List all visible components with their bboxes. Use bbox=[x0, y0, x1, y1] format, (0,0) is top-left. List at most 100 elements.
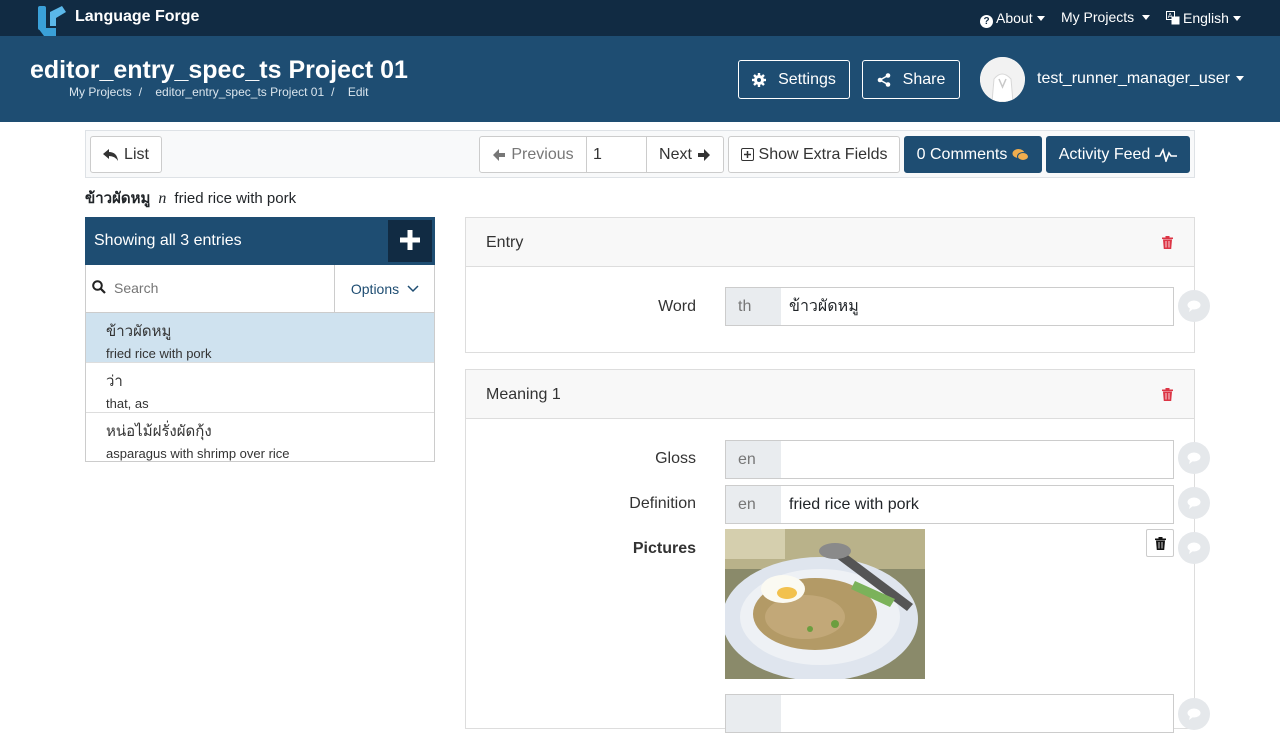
breadcrumb-my-projects[interactable]: My Projects bbox=[69, 85, 132, 99]
entry-panel: Entry Word th bbox=[465, 217, 1195, 353]
trash-icon bbox=[1154, 536, 1166, 550]
language-menu[interactable]: A English bbox=[1166, 10, 1241, 26]
word-label: Word bbox=[658, 298, 696, 315]
language-forge-logo[interactable] bbox=[36, 4, 70, 38]
my-projects-menu[interactable]: My Projects bbox=[1061, 9, 1151, 25]
meaning-panel-header: Meaning 1 bbox=[466, 370, 1194, 419]
list-item-gloss: asparagus with shrimp over rice bbox=[106, 446, 290, 461]
caret-icon bbox=[1142, 15, 1151, 20]
entry-list: ข้าวผัดหมู fried rice with pork ว่า that… bbox=[85, 312, 435, 462]
gloss-label: Gloss bbox=[655, 450, 696, 467]
summary-gloss: fried rice with pork bbox=[174, 190, 297, 207]
about-label: About bbox=[996, 10, 1033, 26]
translate-icon: A bbox=[1166, 11, 1180, 25]
definition-comment-button[interactable] bbox=[1178, 487, 1210, 519]
list-item-word: หน่อไม้ฝรั่งผัดกุ้ง bbox=[106, 423, 212, 440]
fried-rice-picture[interactable] bbox=[725, 529, 925, 679]
comments-button[interactable]: 0 Comments bbox=[904, 136, 1042, 173]
options-label: Options bbox=[350, 280, 400, 297]
user-avatar-icon bbox=[980, 57, 1025, 102]
comment-icon bbox=[1187, 300, 1201, 312]
word-language-tag: th bbox=[725, 287, 782, 326]
comment-icon bbox=[1187, 542, 1201, 554]
language-label: English bbox=[1183, 10, 1229, 26]
settings-button[interactable]: Settings bbox=[738, 60, 850, 99]
caption-field[interactable] bbox=[781, 694, 1174, 733]
definition-label: Definition bbox=[629, 495, 696, 512]
user-menu[interactable]: test_runner_manager_user bbox=[1037, 70, 1245, 88]
plus-icon bbox=[400, 230, 420, 250]
breadcrumb-edit: Edit bbox=[347, 85, 369, 99]
list-item[interactable]: ว่า that, as bbox=[86, 363, 434, 413]
project-header: editor_entry_spec_ts Project 01 My Proje… bbox=[0, 36, 1280, 122]
comment-icon bbox=[1187, 708, 1201, 720]
summary-lexeme: ข้าวผัดหมู bbox=[85, 190, 151, 207]
comments-label: 0 Comments bbox=[916, 145, 1008, 163]
question-circle-icon: ? bbox=[980, 15, 993, 28]
meaning-panel: Meaning 1 Gloss en Definition en Picture… bbox=[465, 369, 1195, 733]
gloss-language-tag: en bbox=[725, 440, 782, 479]
trash-icon[interactable] bbox=[1162, 388, 1173, 401]
meaning-panel-title: Meaning 1 bbox=[486, 386, 561, 403]
breadcrumb-project[interactable]: editor_entry_spec_ts Project 01 bbox=[155, 85, 324, 99]
entry-summary: ข้าวผัดหมู n fried rice with pork bbox=[85, 186, 296, 210]
previous-label: Previous bbox=[511, 145, 574, 163]
list-item-gloss: that, as bbox=[106, 396, 149, 411]
share-label: Share bbox=[902, 70, 946, 88]
pulse-icon bbox=[1155, 147, 1178, 162]
chevron-down-icon bbox=[407, 284, 419, 292]
options-dropdown[interactable]: Options bbox=[334, 265, 435, 312]
search-input[interactable] bbox=[106, 266, 332, 310]
page-title: editor_entry_spec_ts Project 01 bbox=[30, 56, 408, 84]
comment-icon bbox=[1187, 497, 1201, 509]
previous-button[interactable]: Previous bbox=[479, 136, 587, 173]
next-button[interactable]: Next bbox=[646, 136, 724, 173]
username: test_runner_manager_user bbox=[1037, 70, 1231, 87]
list-item[interactable]: ข้าวผัดหมู fried rice with pork bbox=[86, 313, 434, 363]
entry-list-header: Showing all 3 entries bbox=[85, 217, 435, 265]
definition-language-tag: en bbox=[725, 485, 782, 524]
list-button[interactable]: List bbox=[90, 136, 162, 173]
entry-search-bar: Options bbox=[85, 265, 435, 312]
comments-icon bbox=[1012, 148, 1030, 161]
entry-number-input[interactable] bbox=[586, 136, 647, 173]
arrow-right-icon bbox=[697, 148, 710, 161]
share-button[interactable]: Share bbox=[862, 60, 960, 99]
list-item[interactable]: หน่อไม้ฝรั่งผัดกุ้ง asparagus with shrim… bbox=[86, 413, 434, 461]
add-entry-button[interactable] bbox=[388, 220, 432, 262]
entry-panel-header: Entry bbox=[466, 218, 1194, 267]
plus-square-icon bbox=[740, 148, 754, 161]
arrow-left-icon bbox=[493, 148, 506, 161]
caption-language-tag bbox=[725, 694, 782, 733]
about-menu[interactable]: ? About bbox=[980, 10, 1045, 28]
show-extra-fields-label: Show Extra Fields bbox=[758, 145, 888, 163]
caption-comment-button[interactable] bbox=[1178, 698, 1210, 730]
search-icon bbox=[92, 280, 106, 294]
gloss-field[interactable] bbox=[781, 440, 1174, 479]
next-label: Next bbox=[659, 145, 692, 163]
trash-icon[interactable] bbox=[1162, 236, 1173, 249]
breadcrumb: My Projects / editor_entry_spec_ts Projec… bbox=[69, 85, 369, 99]
list-label: List bbox=[124, 145, 149, 163]
word-field[interactable] bbox=[781, 287, 1174, 326]
brand-name[interactable]: Language Forge bbox=[75, 8, 199, 26]
avatar[interactable] bbox=[980, 57, 1025, 102]
pictures-label: Pictures bbox=[632, 540, 696, 557]
summary-part-of-speech: n bbox=[158, 190, 167, 207]
comment-icon bbox=[1187, 452, 1201, 464]
show-extra-fields-button[interactable]: Show Extra Fields bbox=[728, 136, 900, 173]
caret-icon bbox=[1232, 16, 1241, 21]
pictures-comment-button[interactable] bbox=[1178, 532, 1210, 564]
definition-field[interactable] bbox=[781, 485, 1174, 524]
gloss-comment-button[interactable] bbox=[1178, 442, 1210, 474]
delete-picture-button[interactable] bbox=[1146, 529, 1174, 557]
caret-icon bbox=[1036, 16, 1045, 21]
entry-panel-title: Entry bbox=[486, 234, 524, 251]
editor-toolbar: List Previous Next Show Extra Fields 0 C… bbox=[85, 130, 1195, 178]
activity-feed-label: Activity Feed bbox=[1058, 145, 1151, 163]
activity-feed-button[interactable]: Activity Feed bbox=[1046, 136, 1190, 173]
top-navbar: Language Forge ? About My Projects A Engl… bbox=[0, 0, 1280, 36]
word-comment-button[interactable] bbox=[1178, 290, 1210, 322]
list-item-gloss: fried rice with pork bbox=[106, 346, 212, 361]
my-projects-label: My Projects bbox=[1061, 9, 1135, 25]
